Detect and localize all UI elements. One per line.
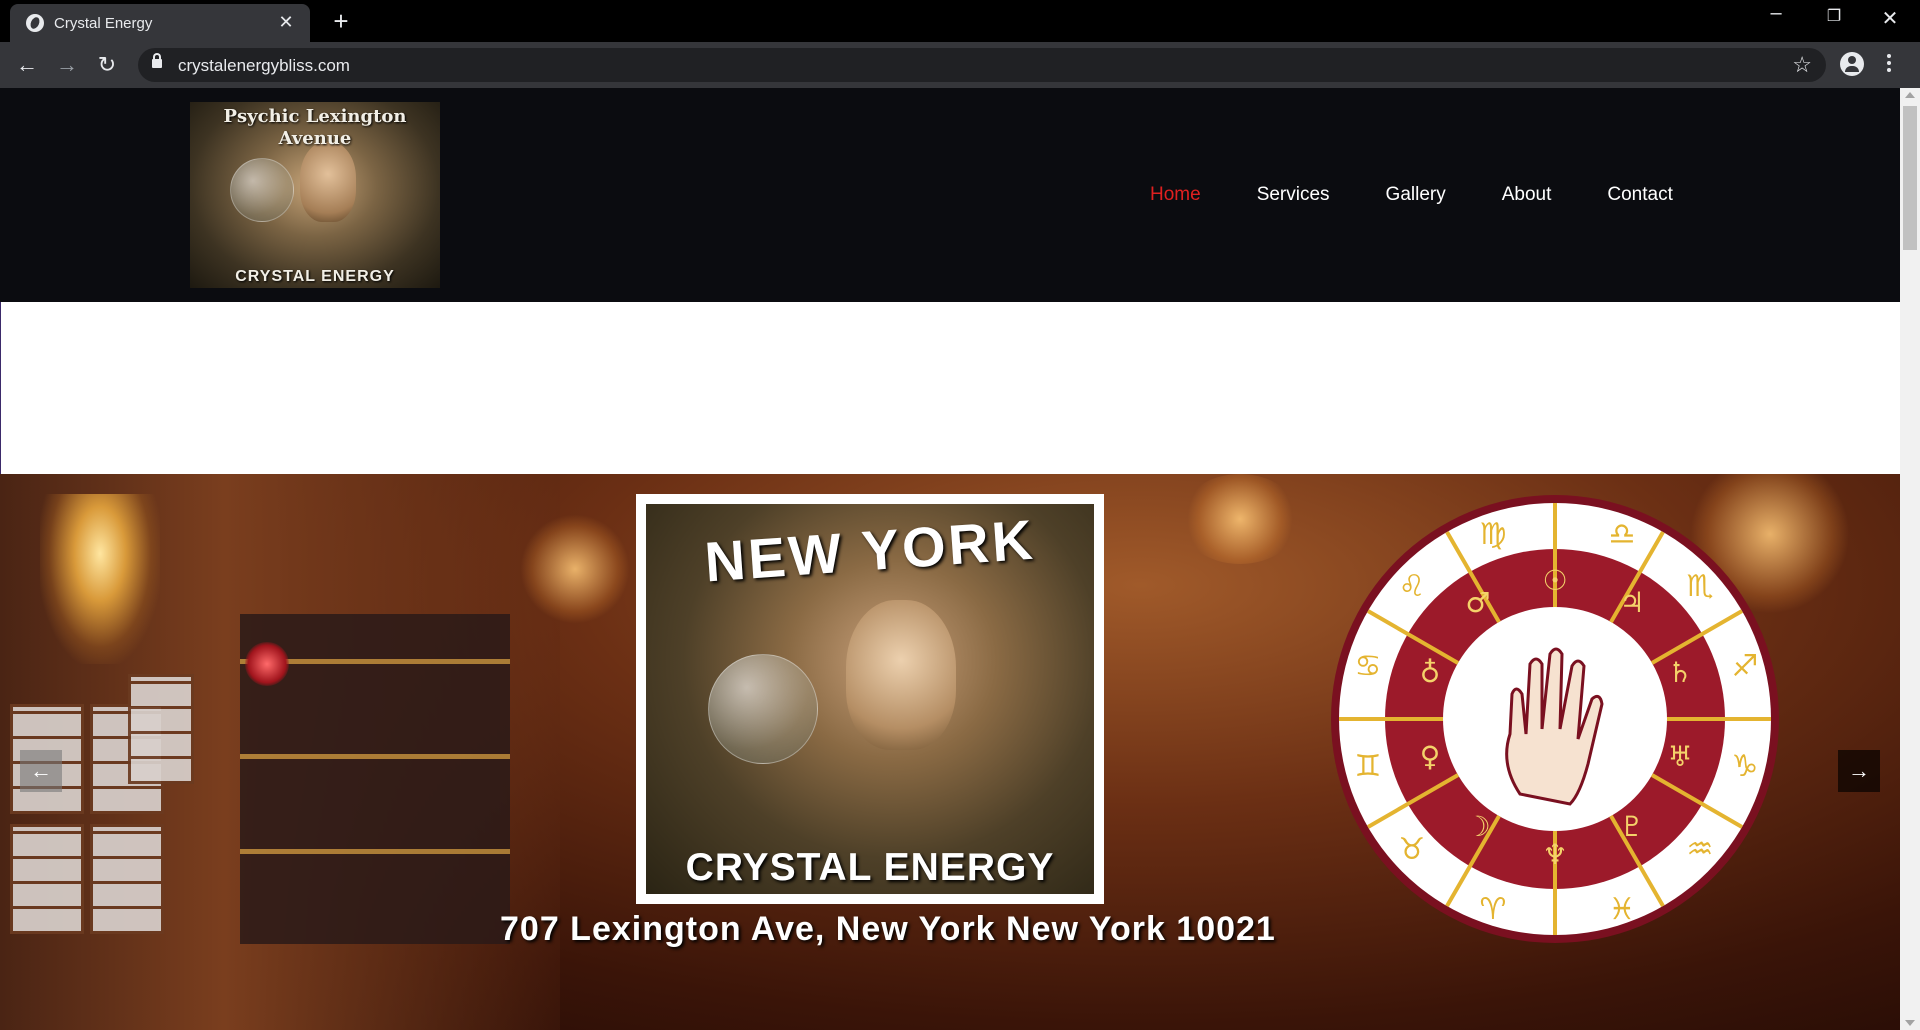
back-arrow-icon[interactable]: ←: [12, 50, 42, 80]
zodiac-palm-wheel: ♍ ♎ ♏ ♐ ♑ ♒ ♓ ♈ ♉ ♊ ♋ ♌ ☉ ♃ ♄ ♅ ♇ ♆ ☽ ♀ ♁ ♂: [1331, 495, 1779, 943]
plus-icon[interactable]: +: [326, 6, 356, 36]
page-viewport: Psychic Lexington Avenue CRYSTAL ENERGY …: [0, 88, 1900, 1030]
svg-text:♒: ♒: [1687, 832, 1714, 867]
poster-image: NEW YORK CRYSTAL ENERGY 2019: [646, 504, 1094, 894]
stained-window: [10, 824, 84, 934]
nav-contact[interactable]: Contact: [1607, 184, 1672, 206]
nav-services[interactable]: Services: [1257, 184, 1330, 206]
svg-text:☽: ☽: [1465, 810, 1490, 843]
svg-text:♉: ♉: [1399, 832, 1426, 867]
svg-text:♎: ♎: [1609, 517, 1636, 552]
poster-caption: CRYSTAL ENERGY 2019: [685, 846, 1055, 894]
site-logo[interactable]: Psychic Lexington Avenue CRYSTAL ENERGY: [190, 102, 440, 288]
browser-tab[interactable]: Crystal Energy ✕: [10, 4, 310, 42]
scroll-down-icon[interactable]: [1905, 1020, 1915, 1026]
svg-text:♅: ♅: [1667, 740, 1692, 773]
scroll-up-icon[interactable]: [1905, 92, 1915, 98]
hero-poster: NEW YORK CRYSTAL ENERGY 2019: [636, 494, 1104, 904]
crystal-ball-graphic: [230, 158, 294, 222]
logo-bottom-text: CRYSTAL ENERGY: [235, 268, 395, 285]
svg-text:♁: ♁: [1420, 656, 1441, 689]
main-nav: Home Services Gallery About Contact: [1150, 88, 1673, 302]
svg-text:♍: ♍: [1480, 517, 1507, 552]
address-bar[interactable]: crystalenergybliss.com ☆: [138, 48, 1826, 82]
svg-text:♀: ♀: [1420, 740, 1441, 773]
chandelier-graphic: [40, 494, 160, 664]
svg-text:♐: ♐: [1732, 649, 1759, 684]
tab-title: Crystal Energy: [54, 15, 153, 32]
svg-text:♄: ♄: [1667, 656, 1692, 689]
profile-icon[interactable]: [1840, 52, 1864, 76]
close-icon[interactable]: ✕: [276, 12, 296, 33]
svg-text:♆: ♆: [1542, 838, 1567, 871]
poster-title: NEW YORK: [702, 507, 1038, 594]
hero-address: 707 Lexington Ave, New York New York 100…: [500, 910, 1276, 948]
svg-text:♃: ♃: [1619, 586, 1644, 619]
star-icon[interactable]: ☆: [1792, 52, 1812, 78]
svg-text:♌: ♌: [1399, 569, 1426, 604]
spacer-band: [0, 302, 1900, 474]
svg-text:♓: ♓: [1609, 892, 1636, 927]
url-text[interactable]: crystalenergybliss.com: [178, 56, 350, 76]
hero-slider: NEW YORK CRYSTAL ENERGY 2019 ♍ ♎ ♏ ♐ ♑ ♒ ♓ ♈ ♉: [0, 474, 1900, 1030]
minimize-icon[interactable]: –: [1756, 2, 1796, 25]
browser-toolbar: ← → ↻ crystalenergybliss.com ☆: [0, 42, 1920, 88]
window-close-icon[interactable]: ✕: [1870, 6, 1910, 31]
restore-icon[interactable]: ❐: [1814, 6, 1854, 26]
reload-icon[interactable]: ↻: [92, 50, 122, 80]
svg-text:☉: ☉: [1542, 564, 1567, 597]
svg-text:♈: ♈: [1480, 892, 1507, 927]
arrow-left-icon[interactable]: ←: [20, 750, 62, 792]
shop-interior-photo: [0, 474, 560, 1030]
bokeh-light: [520, 514, 630, 624]
svg-text:♂: ♂: [1465, 586, 1490, 619]
svg-text:♇: ♇: [1619, 810, 1644, 843]
nav-about[interactable]: About: [1502, 184, 1552, 206]
svg-text:♊: ♊: [1355, 749, 1382, 784]
logo-top-text: Psychic Lexington Avenue: [223, 106, 407, 149]
forward-arrow-icon[interactable]: →: [52, 50, 82, 80]
woman-graphic: [846, 600, 956, 750]
red-lamp-graphic: [245, 642, 289, 686]
site-header: Psychic Lexington Avenue CRYSTAL ENERGY …: [0, 88, 1900, 302]
svg-text:♏: ♏: [1687, 569, 1714, 604]
lock-icon[interactable]: [152, 53, 162, 68]
bokeh-light: [1180, 474, 1300, 564]
arrow-right-icon[interactable]: →: [1838, 750, 1880, 792]
stained-window: [90, 824, 164, 934]
crystal-ball-graphic: [708, 654, 818, 764]
menu-dots-icon[interactable]: [1884, 52, 1894, 76]
nav-home[interactable]: Home: [1150, 184, 1201, 206]
stained-window: [128, 674, 194, 784]
globe-icon: [26, 14, 44, 32]
svg-text:♑: ♑: [1732, 749, 1759, 784]
page-scrollbar[interactable]: [1900, 88, 1920, 1030]
nav-gallery[interactable]: Gallery: [1386, 184, 1446, 206]
svg-text:♋: ♋: [1355, 649, 1382, 684]
woman-graphic: [300, 142, 356, 222]
scroll-thumb[interactable]: [1903, 106, 1917, 250]
tab-strip: Crystal Energy ✕ + – ❐ ✕: [0, 0, 1920, 42]
